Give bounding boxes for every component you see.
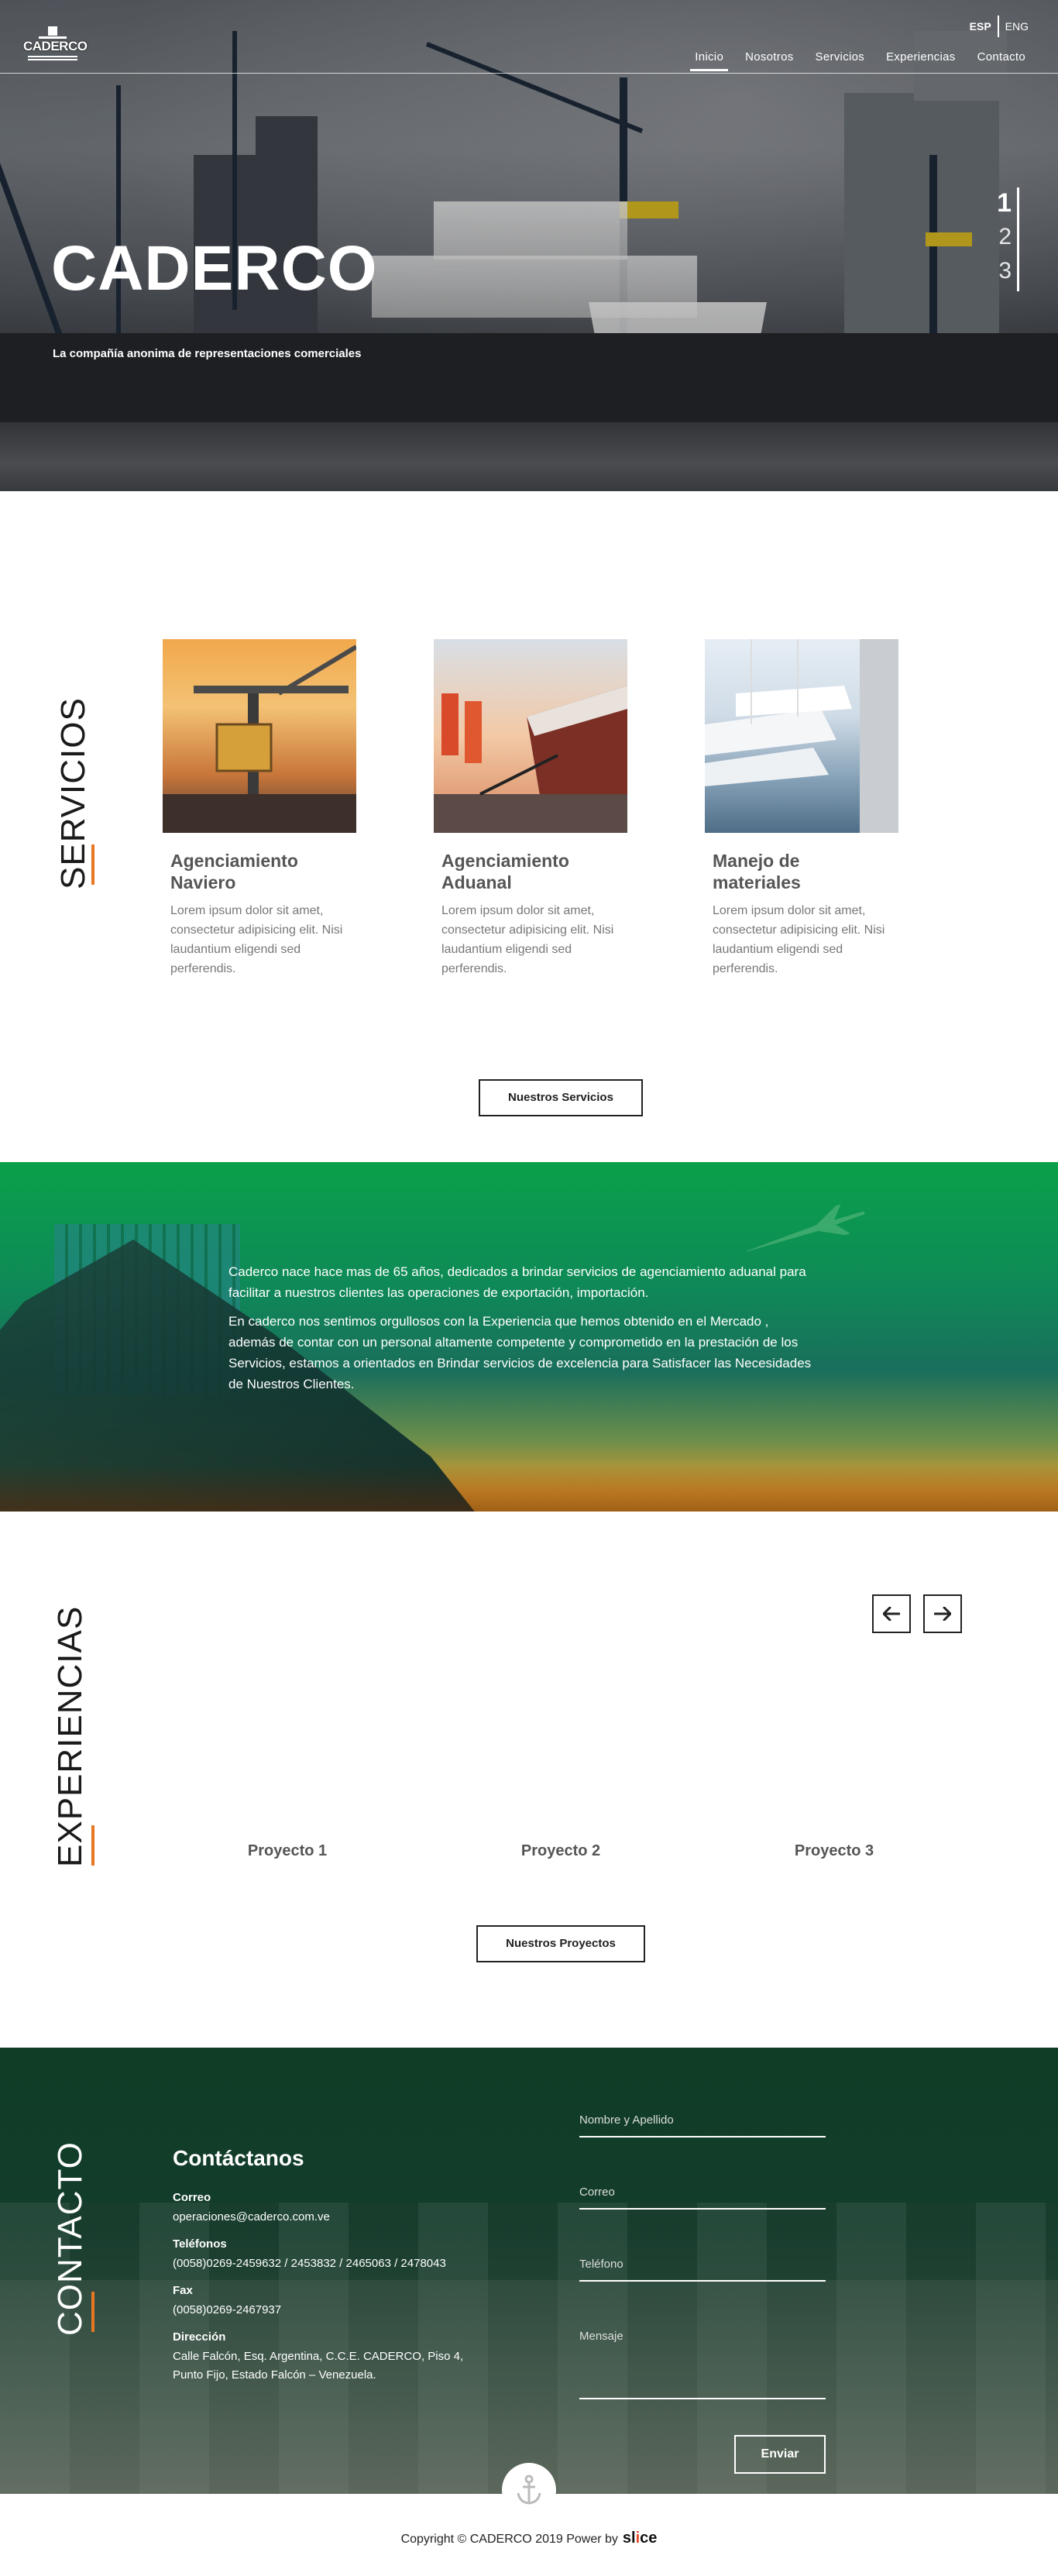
slide-3-button[interactable]: 3 [997,254,1012,288]
accent-bar [91,2292,94,2332]
send-button[interactable]: Enviar [734,2435,826,2474]
hero-subtitle: La compañía anonima de representaciones … [53,347,362,360]
our-projects-button[interactable]: Nuestros Proyectos [476,1925,645,1962]
service-card-text: Lorem ipsum dolor sit amet, consectetur … [170,904,343,975]
address-value: Calle Falcón, Esq. Argentina, C.C.E. CAD… [173,2350,464,2382]
services-section-title: SERVICIOS [54,697,92,889]
contact-title: Contáctanos [173,2146,304,2170]
nav-servicios[interactable]: Servicios [805,50,876,64]
footer-copyright: Copyright © CADERCO 2019 Power by slice [0,2530,1058,2547]
logo[interactable]: CADERCO [23,25,88,64]
service-card[interactable]: Agenciamiento Aduanal Lorem ipsum dolor … [434,639,627,978]
contact-section [0,2048,1058,2494]
copyright-text: Copyright © CADERCO 2019 Power by [400,2533,618,2546]
project-item[interactable]: Proyecto 2 [483,1842,638,1860]
lang-esp[interactable]: ESP [964,20,998,33]
service-card-text: Lorem ipsum dolor sit amet, consectetur … [713,904,885,975]
header-divider [0,73,1058,74]
hero-title: CADERCO [51,233,378,304]
anchor-icon [517,2475,541,2505]
lang-eng[interactable]: ENG [999,20,1035,33]
service-image-materiales [705,639,898,833]
nav-experiencias[interactable]: Experiencias [875,50,966,64]
phones-value: (0058)0269-2459632 / 2453832 / 2465063 /… [173,2257,446,2270]
main-nav: Inicio Nosotros Servicios Experiencias C… [684,50,1036,71]
ship-mooring-illustration [434,686,627,833]
arrow-left-icon [883,1607,900,1621]
marina-illustration [705,639,898,833]
service-image-naviero [163,639,356,833]
airplane-image [742,1198,870,1265]
nav-nosotros[interactable]: Nosotros [734,50,804,64]
cranes-illustration [163,645,356,833]
email-label: Correo [173,2191,211,2204]
contact-section-title: CONTACTO [51,2141,89,2336]
hero-banner: CADERCO ESP ENG Inicio Nosotros Servicio… [0,0,1058,491]
project-item[interactable]: Proyecto 1 [210,1842,365,1860]
service-card-title: Agenciamiento Aduanal [441,851,569,892]
our-services-button[interactable]: Nuestros Servicios [479,1079,643,1116]
message-field[interactable]: Mensaje [579,2330,826,2399]
fax-value: (0058)0269-2467937 [173,2303,282,2316]
name-field[interactable]: Nombre y Apellido [579,2113,826,2137]
about-paragraph-2: En caderco nos sentimos orgullosos con l… [228,1314,812,1391]
email-field[interactable]: Correo [579,2186,826,2210]
slider-pagination: 1 2 3 [997,186,1012,288]
logo-text: CADERCO [23,39,88,53]
nav-contacto[interactable]: Contacto [967,50,1036,64]
about-paragraph-1: Caderco nace hace mas de 65 años, dedica… [228,1264,806,1300]
slice-logo[interactable]: slice [623,2530,658,2547]
service-image-aduanal [434,639,627,833]
phones-label: Teléfonos [173,2237,227,2251]
address-label: Dirección [173,2330,226,2344]
slide-1-button[interactable]: 1 [997,186,1012,220]
nav-inicio[interactable]: Inicio [684,50,734,71]
service-card-text: Lorem ipsum dolor sit amet, consectetur … [441,904,614,975]
accent-bar [91,1825,94,1866]
arrow-right-icon [934,1607,951,1621]
slide-2-button[interactable]: 2 [997,220,1012,254]
accent-bar [91,844,94,885]
service-card-title: Agenciamiento Naviero [170,851,298,892]
fax-label: Fax [173,2284,193,2297]
experiences-section-title: EXPERIENCIAS [51,1605,89,1867]
email-value[interactable]: operaciones@caderco.com.ve [173,2208,330,2227]
next-button[interactable] [923,1594,962,1633]
service-card[interactable]: Manejo de materiales Lorem ipsum dolor s… [705,639,898,978]
phone-field[interactable]: Teléfono [579,2258,826,2282]
slider-indicator-bar [1017,187,1019,291]
about-section: Caderco nace hace mas de 65 años, dedica… [0,1162,1058,1512]
anchor-badge[interactable] [502,2463,556,2517]
about-text: Caderco nace hace mas de 65 años, dedica… [228,1261,817,1402]
project-item[interactable]: Proyecto 3 [757,1842,912,1860]
language-switcher: ESP ENG [964,15,1035,37]
prev-button[interactable] [872,1594,911,1633]
service-card[interactable]: Agenciamiento Naviero Lorem ipsum dolor … [163,639,356,978]
service-card-title: Manejo de materiales [713,851,801,892]
